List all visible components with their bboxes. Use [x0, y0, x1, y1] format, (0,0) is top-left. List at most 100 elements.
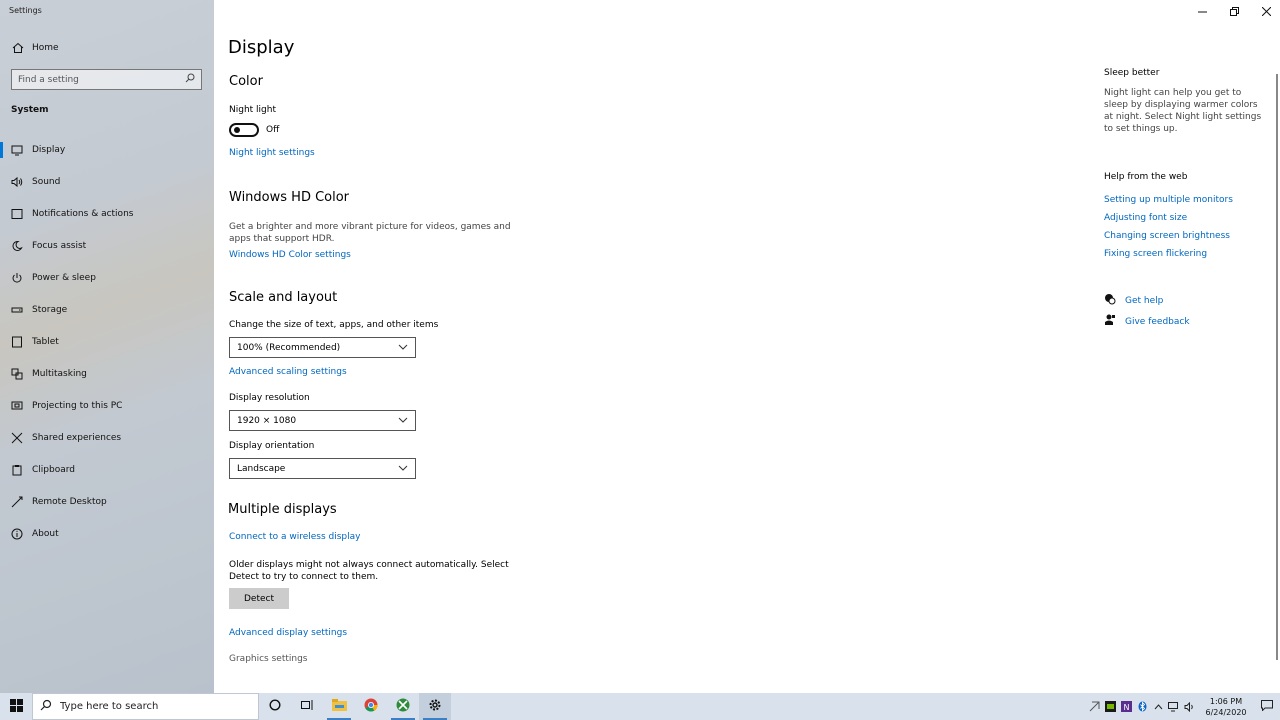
graphics-settings-link[interactable]: Graphics settings: [229, 654, 308, 664]
gear-icon: [428, 698, 442, 715]
restore-button[interactable]: [1218, 0, 1250, 22]
sidebar-item-power-sleep[interactable]: Power & sleep: [0, 262, 214, 294]
get-help-link[interactable]: Get help: [1104, 293, 1163, 308]
sidebar-item-label: Projecting to this PC: [32, 401, 123, 411]
scale-dropdown[interactable]: 100% (Recommended): [229, 337, 416, 358]
help-link-multiple-monitors[interactable]: Setting up multiple monitors: [1104, 195, 1233, 205]
sidebar-item-multitasking[interactable]: Multitasking: [0, 358, 214, 390]
info-icon: [11, 528, 23, 540]
cortana-button[interactable]: [259, 693, 291, 720]
projecting-icon: [11, 400, 23, 412]
sidebar-item-sound[interactable]: Sound: [0, 166, 214, 198]
sidebar-item-label: Shared experiences: [32, 433, 122, 443]
night-light-state: Off: [266, 125, 280, 135]
window-title: Settings: [9, 6, 42, 15]
notification-icon: [1261, 699, 1273, 714]
get-help-label: Get help: [1125, 295, 1164, 306]
wireless-display-link[interactable]: Connect to a wireless display: [229, 532, 360, 542]
speaker-icon: [11, 176, 23, 188]
sidebar-item-label: Storage: [32, 305, 68, 315]
network-tool-icon[interactable]: [1086, 693, 1102, 720]
sidebar-item-label: Power & sleep: [32, 273, 96, 283]
chevron-down-icon: [398, 416, 408, 426]
sidebar-item-display[interactable]: Display: [0, 134, 214, 166]
settings-app-button[interactable]: [419, 693, 451, 720]
search-icon[interactable]: [185, 73, 195, 86]
bluetooth-icon[interactable]: [1134, 693, 1150, 720]
chat-icon: [1104, 293, 1116, 308]
volume-icon[interactable]: [1182, 693, 1198, 720]
chrome-button[interactable]: [355, 693, 387, 720]
tablet-icon: [11, 336, 23, 348]
minimize-button[interactable]: [1186, 0, 1218, 22]
nvidia-icon[interactable]: [1102, 693, 1118, 720]
task-view-button[interactable]: [291, 693, 323, 720]
clock-time: 1:06 PM: [1209, 696, 1243, 706]
window-controls: [1186, 0, 1280, 22]
sidebar-item-about[interactable]: About: [0, 518, 214, 550]
multiple-displays-description: Older displays might not always connect …: [229, 560, 509, 582]
sidebar-item-shared-experiences[interactable]: Shared experiences: [0, 422, 214, 454]
sidebar-item-label: Sound: [32, 177, 61, 187]
power-icon: [11, 272, 23, 284]
give-feedback-link[interactable]: Give feedback: [1104, 314, 1190, 329]
taskbar: N 1:06 PM 6/24/2020: [0, 693, 1280, 720]
scrollbar[interactable]: [1276, 74, 1278, 660]
resolution-value: 1920 × 1080: [237, 415, 297, 426]
help-link-flickering[interactable]: Fixing screen flickering: [1104, 249, 1207, 259]
sidebar-item-focus-assist[interactable]: Focus assist: [0, 230, 214, 262]
xbox-icon: [396, 698, 410, 715]
task-view-icon: [300, 699, 314, 714]
orientation-label: Display orientation: [229, 441, 315, 451]
sidebar-item-clipboard[interactable]: Clipboard: [0, 454, 214, 486]
close-button[interactable]: [1250, 0, 1280, 22]
sidebar-item-storage[interactable]: Storage: [0, 294, 214, 326]
notification-icon: [11, 208, 23, 220]
system-tray: N 1:06 PM 6/24/2020: [1086, 693, 1280, 720]
advanced-display-link[interactable]: Advanced display settings: [229, 628, 347, 638]
start-button[interactable]: [0, 693, 32, 720]
night-light-toggle[interactable]: Off: [229, 123, 279, 137]
resolution-dropdown[interactable]: 1920 × 1080: [229, 410, 416, 431]
taskbar-clock[interactable]: 1:06 PM 6/24/2020: [1198, 696, 1254, 718]
network-icon[interactable]: [1166, 693, 1182, 720]
detect-button[interactable]: Detect: [229, 588, 289, 609]
shared-icon: [11, 432, 23, 444]
sleep-better-text: Night light can help you get to sleep by…: [1104, 88, 1262, 134]
help-link-brightness[interactable]: Changing screen brightness: [1104, 231, 1230, 241]
hd-color-settings-link[interactable]: Windows HD Color settings: [229, 250, 351, 260]
sidebar-item-remote-desktop[interactable]: Remote Desktop: [0, 486, 214, 518]
sidebar-item-label: About: [32, 529, 59, 539]
moon-icon: [11, 240, 23, 252]
sidebar-item-label: Notifications & actions: [32, 209, 134, 219]
chevron-down-icon: [398, 343, 408, 353]
night-light-settings-link[interactable]: Night light settings: [229, 148, 315, 158]
chevron-up-icon[interactable]: [1150, 693, 1166, 720]
sidebar-item-tablet[interactable]: Tablet: [0, 326, 214, 358]
clock-date: 6/24/2020: [1205, 707, 1247, 717]
action-center-button[interactable]: [1254, 693, 1280, 720]
chevron-down-icon: [398, 464, 408, 474]
home-icon: [12, 42, 24, 54]
night-light-label: Night light: [229, 105, 276, 115]
remote-icon: [11, 496, 23, 508]
toggle-track[interactable]: [229, 123, 259, 137]
home-link[interactable]: Home: [12, 42, 59, 54]
sidebar-item-projecting[interactable]: Projecting to this PC: [0, 390, 214, 422]
file-explorer-button[interactable]: [323, 693, 355, 720]
find-setting-input[interactable]: [18, 74, 185, 85]
scale-layout-heading: Scale and layout: [229, 290, 338, 305]
taskbar-search-input[interactable]: [60, 701, 240, 712]
sidebar-nav: Display Sound Notifications & actions Fo…: [0, 134, 214, 550]
advanced-scaling-link[interactable]: Advanced scaling settings: [229, 367, 347, 377]
taskbar-search: [32, 693, 259, 720]
settings-window: Settings Home System Display Sound: [0, 0, 1280, 693]
xbox-app-button[interactable]: [387, 693, 419, 720]
help-link-font-size[interactable]: Adjusting font size: [1104, 213, 1187, 223]
orientation-dropdown[interactable]: Landscape: [229, 458, 416, 479]
give-feedback-label: Give feedback: [1125, 316, 1190, 327]
multitasking-icon: [11, 368, 23, 380]
sidebar-item-notifications[interactable]: Notifications & actions: [0, 198, 214, 230]
onenote-icon[interactable]: N: [1118, 693, 1134, 720]
home-label: Home: [32, 43, 59, 53]
